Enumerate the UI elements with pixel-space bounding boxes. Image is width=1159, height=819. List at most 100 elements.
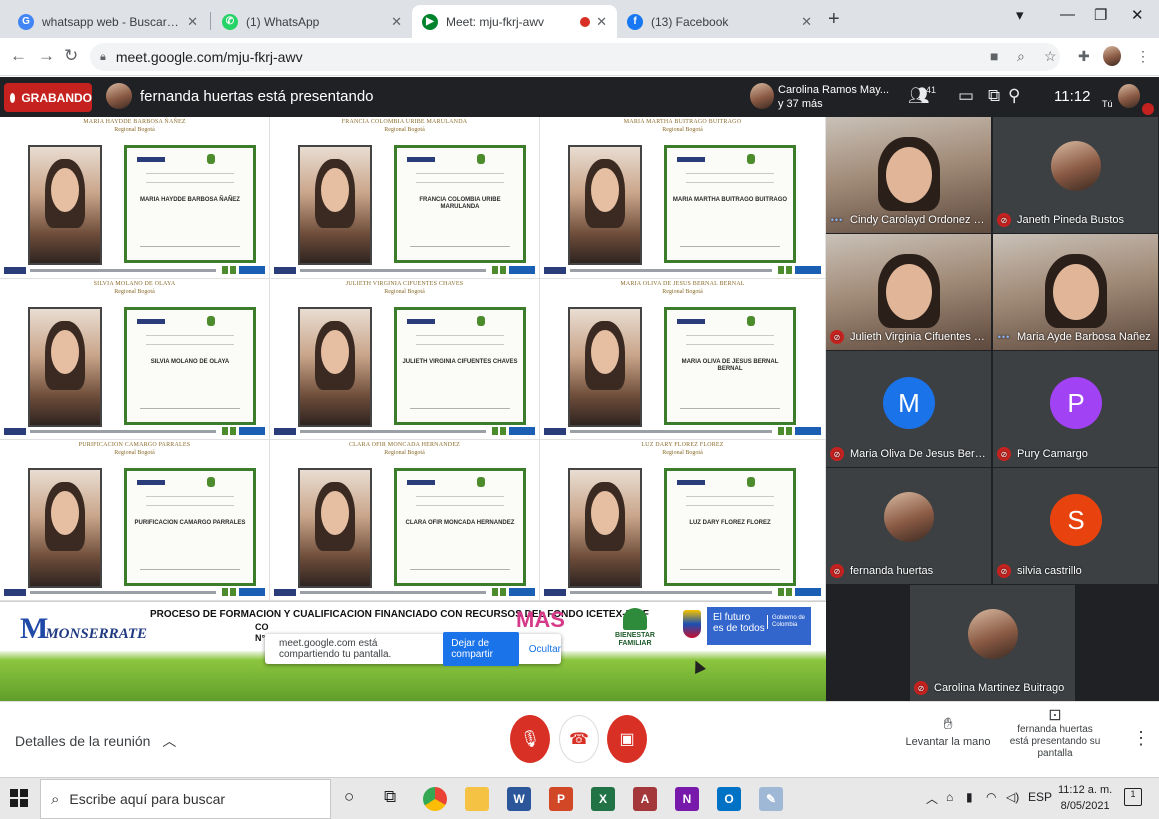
tab-whatsapp[interactable]: ✆ (1) WhatsApp ✕: [212, 5, 412, 38]
network-icon[interactable]: ⌂: [946, 790, 953, 804]
certificate-seal-icon: [207, 153, 216, 164]
back-icon[interactable]: ←: [10, 46, 27, 66]
bienestar-icon: [623, 608, 647, 630]
volume-icon[interactable]: ◁): [1006, 790, 1019, 804]
stop-sharing-button[interactable]: Dejar de compartir: [443, 632, 519, 666]
close-tab-icon[interactable]: ✕: [801, 14, 812, 30]
participant-tile[interactable]: ⊘ Carolina Martinez Buitrago: [910, 585, 1075, 701]
lock-host-icon[interactable]: ⚲: [1008, 86, 1020, 106]
certificate-logo: [137, 479, 165, 485]
certificate-logo: [677, 156, 705, 162]
extensions-icon[interactable]: ✚: [1078, 48, 1090, 65]
banner-title: PROCESO DE FORMACION Y CUALIFICACION FIN…: [150, 609, 649, 620]
powerpoint-icon[interactable]: P: [549, 787, 573, 811]
self-view-avatar[interactable]: [1118, 84, 1140, 108]
paint-icon[interactable]: ✎: [759, 787, 783, 811]
new-tab-button[interactable]: +: [828, 8, 840, 31]
certificate-document: PURIFICACION CAMARGO PARRALES: [124, 468, 256, 586]
windows-start-icon[interactable]: [10, 789, 28, 807]
presenting-status-button[interactable]: ⊡ fernanda huertas está presentando su p…: [992, 708, 1118, 760]
onenote-icon[interactable]: N: [675, 787, 699, 811]
participant-initial-avatar: P: [1050, 377, 1102, 429]
maximize-icon[interactable]: ❐: [1094, 6, 1107, 24]
camera-toggle-button[interactable]: ▣: [607, 715, 647, 763]
meeting-details-button[interactable]: Detalles de la reunión ︿: [15, 731, 176, 751]
meet-icon: ▶: [422, 13, 438, 30]
cortana-icon[interactable]: ○: [344, 787, 354, 807]
host-avatar[interactable]: [750, 83, 774, 109]
raise-hand-button[interactable]: ✋︎ Levantar la mano: [903, 716, 993, 748]
battery-icon[interactable]: ▮: [966, 790, 973, 804]
tab-google-search[interactable]: G whatsapp web - Buscar con Goo ✕: [8, 5, 208, 38]
chrome-menu-icon[interactable]: ⋮: [1136, 48, 1150, 65]
wifi-icon[interactable]: ◠: [986, 790, 996, 804]
certificate-text-lines: [145, 334, 235, 345]
system-clock[interactable]: 11:12 a. m. 8/05/2021: [1058, 782, 1112, 814]
activities-icon[interactable]: ⧉: [988, 86, 1000, 106]
taskbar-search[interactable]: ⌕ Escribe aquí para buscar: [40, 779, 331, 819]
more-options-icon[interactable]: ⋮: [1132, 728, 1150, 749]
bookmark-star-icon[interactable]: ☆: [1044, 48, 1057, 65]
camera-icon[interactable]: ■: [990, 48, 998, 64]
participant-tile[interactable]: P ⊘ Pury Camargo: [993, 351, 1158, 467]
omnibox[interactable]: 🔒︎ meet.google.com/mju-fkrj-awv: [90, 43, 1060, 71]
participant-photo: [568, 468, 642, 588]
participant-tile[interactable]: S ⊘ silvia castrillo: [993, 468, 1158, 584]
task-view-icon[interactable]: ⧉: [384, 787, 396, 807]
banner-line2: CO: [255, 622, 269, 632]
tray-chevron-icon[interactable]: ︿: [926, 790, 938, 807]
participant-tile[interactable]: ••• Cindy Carolayd Ordonez Leon: [826, 117, 991, 233]
certificate-region: Regional Bogotá: [114, 289, 155, 295]
close-window-icon[interactable]: ✕: [1131, 6, 1144, 24]
certificate-logo: [407, 318, 435, 324]
chat-icon[interactable]: ▭: [958, 86, 974, 106]
certificate-holder-name: CLARA OFIR MONCADA HERNANDEZ: [348, 442, 461, 448]
profile-menu-icon[interactable]: ▾: [1016, 6, 1024, 24]
word-icon[interactable]: W: [507, 787, 531, 811]
share-notice-text: meet.google.com está compartiendo tu pan…: [279, 638, 392, 660]
certificate-signatures: [139, 569, 241, 574]
host-name[interactable]: Carolina Ramos May... y 37 más: [778, 83, 889, 111]
participant-tile[interactable]: ••• Maria Ayde Barbosa Nañez: [993, 234, 1158, 350]
url-text[interactable]: meet.google.com/mju-fkrj-awv: [116, 49, 303, 65]
certificate-document: SILVIA MOLANO DE OLAYA: [124, 307, 256, 425]
access-icon[interactable]: A: [633, 787, 657, 811]
certificate-footer: [274, 264, 535, 276]
recording-label: GRABANDO: [21, 90, 92, 105]
excel-icon[interactable]: X: [591, 787, 615, 811]
chrome-taskbar-icon[interactable]: [423, 787, 447, 811]
participant-tile[interactable]: ⊘ Janeth Pineda Bustos: [993, 117, 1158, 233]
participant-tile[interactable]: ⊘ fernanda huertas: [826, 468, 991, 584]
participant-tile[interactable]: ⊘ Julieth Virginia Cifuentes Cha...: [826, 234, 991, 350]
certificate-signatures: [679, 569, 781, 574]
you-label: Tú: [1102, 99, 1113, 109]
forward-icon[interactable]: →: [38, 46, 55, 66]
hide-notice-button[interactable]: Ocultar: [529, 644, 561, 655]
participant-photo: [298, 145, 372, 265]
close-tab-icon[interactable]: ✕: [596, 14, 607, 30]
language-indicator[interactable]: ESP: [1028, 790, 1052, 804]
file-explorer-icon[interactable]: [465, 787, 489, 811]
certificate-card: MARIA MARTHA BUITRAGO BUITRAGO Regional B…: [540, 117, 826, 279]
participants-count: 41: [926, 85, 937, 95]
reload-icon[interactable]: ↻: [64, 46, 78, 66]
certificate-region: Regional Bogotá: [662, 289, 703, 295]
microphone-toggle-button[interactable]: 🎙︎: [510, 715, 550, 763]
tab-title: (1) WhatsApp: [246, 14, 320, 29]
minimize-icon[interactable]: —: [1060, 6, 1075, 23]
recording-indicator-icon: [580, 16, 591, 27]
certificate-seal-icon: [747, 476, 756, 487]
leave-call-button[interactable]: ☎︎: [559, 715, 599, 763]
profile-avatar[interactable]: [1103, 46, 1121, 66]
participant-tile[interactable]: M ⊘ Maria Oliva De Jesus Bernal ...: [826, 351, 991, 467]
certificate-document: MARIA OLIVA DE JESUS BERNAL BERNAL: [664, 307, 796, 425]
participant-initial-avatar: M: [883, 377, 935, 429]
close-tab-icon[interactable]: ✕: [391, 14, 402, 30]
close-tab-icon[interactable]: ✕: [187, 14, 198, 30]
zoom-icon[interactable]: ⌕: [1017, 48, 1025, 65]
notification-center-icon[interactable]: 1: [1124, 788, 1142, 806]
clock-time: 11:12 a. m.: [1058, 784, 1113, 796]
tab-meet[interactable]: ▶ Meet: mju-fkrj-awv ✕: [412, 5, 617, 38]
outlook-icon[interactable]: O: [717, 787, 741, 811]
tab-facebook[interactable]: f (13) Facebook ✕: [617, 5, 822, 38]
